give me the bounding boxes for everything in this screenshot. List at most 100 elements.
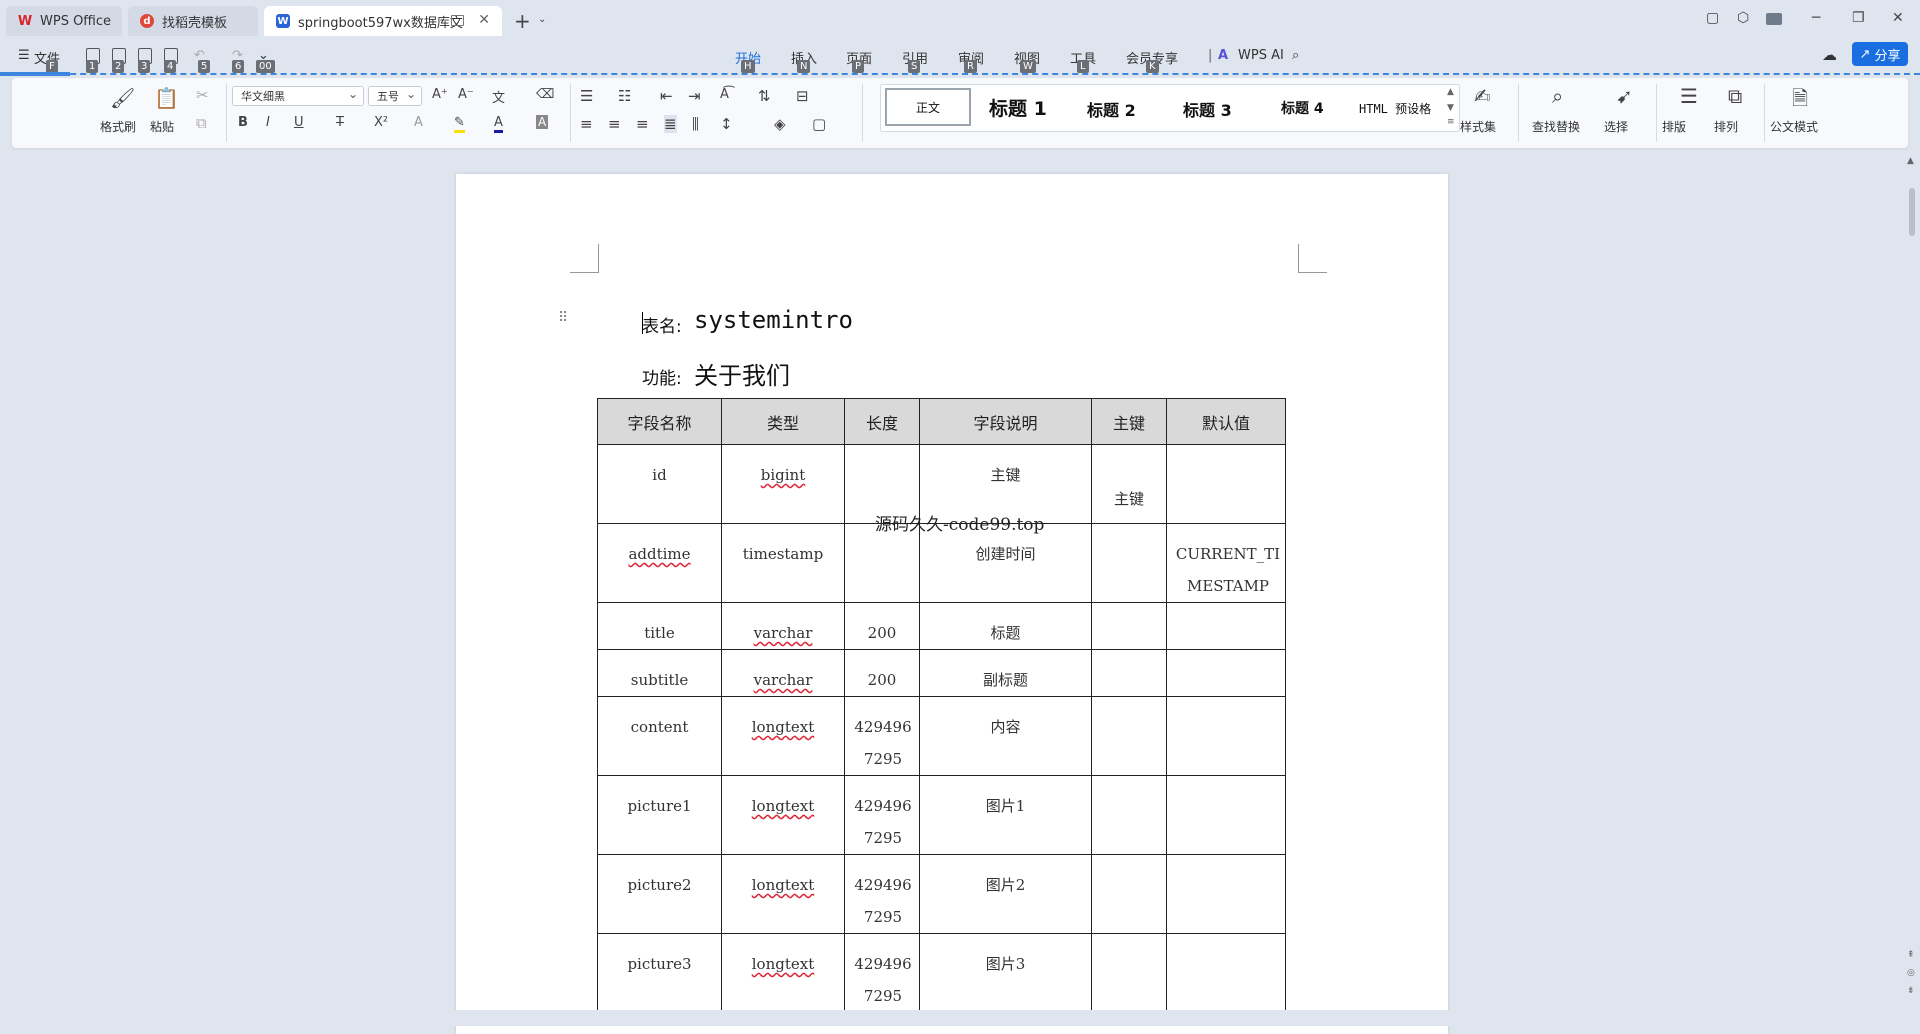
grow-font-icon[interactable]: A⁺ <box>432 87 448 102</box>
select-browse-icon[interactable]: ◎ <box>1907 968 1915 978</box>
cursor-icon: ➹ <box>1616 84 1633 108</box>
gallery-down-icon[interactable]: ▼ <box>1447 103 1454 113</box>
shrink-font-icon[interactable]: A⁻ <box>458 87 474 102</box>
italic-icon[interactable]: I <box>266 115 270 130</box>
select-button[interactable]: 选择 <box>1604 118 1628 135</box>
gallery-up-icon[interactable]: ▲ <box>1447 87 1454 97</box>
style-heading-4[interactable]: 标题 4 <box>1281 98 1324 118</box>
gallery-more-icon[interactable]: ≡ <box>1447 117 1455 127</box>
increase-indent-icon[interactable]: ⇥ <box>688 87 701 105</box>
align-left-icon[interactable]: ≡ <box>580 115 593 133</box>
style-heading-3[interactable]: 标题 3 <box>1183 97 1232 121</box>
close-window-icon[interactable]: ✕ <box>1892 10 1904 26</box>
style-set-icon: ✍ <box>1474 84 1491 108</box>
status-bar <box>0 1010 1920 1026</box>
hamburger-icon[interactable]: ☰ <box>18 48 30 63</box>
vertical-scrollbar[interactable]: ▲ ⇞ ◎ ⇟ <box>1904 150 1920 1010</box>
underline-icon[interactable]: U <box>294 115 304 130</box>
style-set-button[interactable]: 样式集 <box>1460 118 1496 135</box>
keytip: 1 <box>86 60 99 73</box>
chevron-down-icon[interactable]: ⌄ <box>538 14 546 25</box>
text-direction-icon[interactable]: A͡ <box>720 87 729 102</box>
restore-icon[interactable]: ❐ <box>1852 10 1865 26</box>
cell-type: longtext <box>721 854 845 934</box>
bold-icon[interactable]: B <box>238 115 248 130</box>
distribute-icon[interactable]: ⫼ <box>692 115 699 133</box>
align-right-icon[interactable]: ≡ <box>636 115 649 133</box>
line-spacing-icon[interactable]: ↕ <box>720 115 733 133</box>
cell-name: title <box>597 602 722 650</box>
keytip: K <box>1146 60 1159 73</box>
style-html-preformatted[interactable]: HTML 预设格 <box>1359 100 1431 117</box>
cell-length: 4294967295 <box>844 854 920 934</box>
eraser-icon[interactable]: ⌫ <box>536 87 554 102</box>
cell-length: 200 <box>844 649 920 697</box>
share-button[interactable]: ↗ 分享 <box>1852 42 1908 66</box>
cell-type: varchar <box>721 649 845 697</box>
table-header-row: 字段名称 类型 长度 字段说明 主键 默认值 <box>597 398 1286 445</box>
strikethrough-icon[interactable]: T <box>336 115 344 130</box>
divider <box>226 84 227 142</box>
tab-label: 找稻壳模板 <box>162 15 228 31</box>
tab-wps-office[interactable]: W WPS Office <box>6 6 122 36</box>
text-effect-icon[interactable]: A <box>414 115 423 130</box>
prev-page-icon[interactable]: ⇞ <box>1907 950 1915 960</box>
scrollbar-thumb[interactable] <box>1909 188 1915 236</box>
style-heading-1[interactable]: 标题 1 <box>989 94 1047 121</box>
avatar[interactable] <box>1766 13 1782 25</box>
show-marks-icon[interactable]: ⊟ <box>796 87 809 105</box>
next-page-icon[interactable]: ⇟ <box>1907 986 1915 996</box>
cut-icon[interactable]: ✂ <box>196 86 209 104</box>
shading-icon[interactable]: ◈ <box>774 115 786 133</box>
superscript-icon[interactable]: X² <box>374 115 388 130</box>
phonetic-icon[interactable]: 文 <box>492 87 505 106</box>
search-icon[interactable]: ⌕ <box>1292 48 1299 63</box>
style-normal[interactable]: 正文 <box>885 88 971 126</box>
header-length: 长度 <box>844 398 920 445</box>
ribbon-home: 🖌 格式刷 📋 粘贴 ✂ ⧉ 华文细黑 五号 A⁺ A⁻ 文 ⌫ B I U T… <box>12 78 1908 148</box>
highlight-icon[interactable]: ✎ <box>454 115 465 133</box>
borders-icon[interactable]: ▢ <box>812 115 826 133</box>
layout-button[interactable]: 排版 <box>1662 118 1686 135</box>
cell-default <box>1166 933 1286 1013</box>
cell-default <box>1166 696 1286 776</box>
char-shading-icon[interactable]: A <box>536 115 549 129</box>
paste-button[interactable]: 粘贴 <box>150 118 174 135</box>
justify-icon[interactable]: ≣ <box>664 115 677 133</box>
align-center-icon[interactable]: ≡ <box>608 115 621 133</box>
cell-default <box>1166 649 1286 697</box>
cell-type-text: longtext <box>751 718 815 736</box>
copy-icon[interactable]: ⧉ <box>196 114 207 132</box>
minimize-icon[interactable]: ─ <box>1812 10 1820 26</box>
font-size-select[interactable]: 五号 <box>368 84 422 106</box>
font-name-select[interactable]: 华文细黑 <box>232 84 364 106</box>
cloud-upload-icon[interactable]: ☁ <box>1822 46 1837 64</box>
wps-ai-button[interactable]: WPS AI <box>1238 48 1284 63</box>
find-replace-button[interactable]: 查找替换 <box>1532 118 1580 135</box>
cube-icon[interactable]: ⬡ <box>1737 10 1749 26</box>
scroll-up-icon[interactable]: ▲ <box>1907 156 1914 166</box>
tab-document[interactable]: W springboot597wx数据库文 ✕ <box>264 6 502 36</box>
cell-type-text: varchar <box>753 624 813 642</box>
bullet-list-icon[interactable]: ☰ <box>580 87 593 105</box>
decrease-indent-icon[interactable]: ⇤ <box>660 87 673 105</box>
keytip: 5 <box>198 60 211 73</box>
drag-handle-icon[interactable]: ⠿ <box>558 310 568 326</box>
cell-type: longtext <box>721 775 845 855</box>
new-tab-icon[interactable]: + <box>514 9 531 33</box>
window-layout-icon[interactable]: ▢ <box>1706 10 1719 26</box>
monitor-icon[interactable] <box>451 15 464 26</box>
header-default: 默认值 <box>1166 398 1286 445</box>
style-heading-2[interactable]: 标题 2 <box>1087 97 1136 121</box>
keytip: W <box>1020 60 1036 73</box>
official-mode-button[interactable]: 公文模式 <box>1770 118 1818 135</box>
tab-template[interactable]: d 找稻壳模板 <box>128 6 258 36</box>
font-color-icon[interactable]: A <box>494 115 503 133</box>
cell-description: 图片1 <box>919 775 1092 855</box>
sort-icon[interactable]: ⇅ <box>758 87 771 105</box>
cell-primary-key <box>1091 649 1167 697</box>
arrange-button[interactable]: 排列 <box>1714 118 1738 135</box>
numbered-list-icon[interactable]: ☷ <box>618 87 631 105</box>
format-painter-button[interactable]: 格式刷 <box>100 118 136 135</box>
close-tab-icon[interactable]: ✕ <box>478 12 490 28</box>
